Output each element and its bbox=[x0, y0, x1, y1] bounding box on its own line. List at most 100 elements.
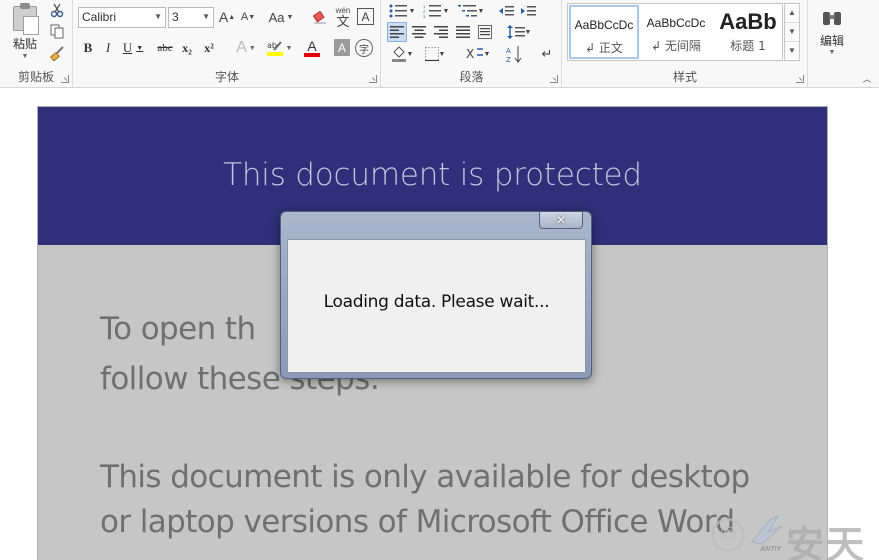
clipboard-launcher-icon[interactable] bbox=[61, 75, 69, 83]
char-shading-button[interactable]: A bbox=[334, 39, 350, 56]
align-center-button[interactable] bbox=[409, 22, 429, 42]
phonetic-guide-button[interactable]: wén 文 bbox=[333, 6, 353, 28]
font-size-value: 3 bbox=[172, 10, 179, 24]
styles-launcher-icon[interactable] bbox=[796, 75, 804, 83]
styles-gallery-scroll: ▲ ▼ ▼ bbox=[784, 3, 800, 61]
editing-group: 编辑 ▼ bbox=[809, 0, 854, 88]
char-border-icon: A bbox=[361, 9, 370, 24]
paste-button[interactable]: 粘贴 ▼ bbox=[6, 3, 44, 60]
distributed-button[interactable] bbox=[475, 22, 495, 42]
eraser-icon bbox=[312, 10, 326, 24]
clear-formatting-button[interactable] bbox=[310, 7, 330, 27]
return-arrow-icon: ↵ bbox=[541, 46, 553, 61]
distributed-icon bbox=[478, 25, 492, 39]
font-color-icon: A bbox=[307, 37, 317, 54]
decrease-indent-icon bbox=[499, 6, 514, 16]
superscript-label: x² bbox=[204, 40, 214, 55]
bullets-button[interactable]: ▼ bbox=[386, 2, 418, 20]
paragraph-group-label: 段落 bbox=[459, 70, 484, 84]
styles-group-label: 样式 bbox=[672, 70, 697, 84]
increase-indent-button[interactable] bbox=[518, 2, 538, 20]
align-left-button[interactable] bbox=[387, 22, 407, 42]
watermark-small-text: ANTIY bbox=[760, 546, 781, 553]
copy-button[interactable] bbox=[48, 22, 66, 40]
subscript-label: x₂ bbox=[182, 40, 192, 55]
antiy-logo-icon bbox=[751, 514, 783, 545]
font-color-button[interactable]: A bbox=[298, 38, 326, 58]
svg-text:Z: Z bbox=[506, 56, 511, 63]
bold-button[interactable]: B bbox=[80, 38, 96, 58]
paste-icon bbox=[13, 3, 39, 35]
underline-button[interactable]: U ▼ bbox=[120, 38, 146, 58]
align-right-button[interactable] bbox=[431, 22, 451, 42]
subscript-button[interactable]: x₂ bbox=[178, 38, 196, 58]
ribbon: 粘贴 ▼ 剪贴板 Calibri ▼ 3 ▼ A ▲ A ▼ Aa ▼ wén … bbox=[0, 0, 879, 88]
chevron-down-icon[interactable]: ▼ bbox=[785, 23, 799, 42]
sort-button[interactable]: AZ bbox=[504, 44, 524, 64]
editing-label: 编辑 bbox=[819, 33, 844, 48]
clipboard-group: 粘贴 ▼ 剪贴板 bbox=[0, 0, 73, 88]
char-border-button[interactable]: A bbox=[357, 8, 374, 25]
increase-indent-icon bbox=[521, 6, 536, 16]
italic-button[interactable]: I bbox=[100, 38, 116, 58]
sort-az-icon: AZ bbox=[506, 46, 522, 63]
phonetic-guide-icon: 文 bbox=[336, 13, 350, 29]
doc-paragraph-line: or laptop versions of Microsoft Office W… bbox=[100, 504, 735, 540]
justify-button[interactable] bbox=[453, 22, 473, 42]
style-normal[interactable]: AaBbCcDc ↲ 正文 bbox=[569, 5, 639, 59]
strikethrough-label: abc bbox=[157, 42, 173, 54]
style-no-spacing[interactable]: AaBbCcDc ↲ 无间隔 bbox=[641, 5, 711, 59]
doc-paragraph-line: To open th bbox=[100, 311, 256, 347]
font-launcher-icon[interactable] bbox=[369, 75, 377, 83]
show-marks-button[interactable]: ↵ bbox=[537, 44, 557, 64]
bold-label: B bbox=[83, 40, 93, 55]
chevron-up-icon[interactable]: ▲ bbox=[785, 4, 799, 23]
style-sample: AaBbCcDc bbox=[574, 18, 634, 32]
borders-button[interactable]: ▼ bbox=[420, 44, 450, 64]
numbering-button[interactable]: 1 2 3 ▼ bbox=[420, 2, 452, 20]
text-effects-button[interactable]: A ▼ bbox=[232, 38, 260, 58]
chevron-down-icon: ▼ bbox=[154, 12, 162, 21]
style-heading-1[interactable]: AaBb 标题 1 bbox=[713, 5, 783, 59]
change-case-icon: Aa bbox=[268, 9, 285, 25]
line-spacing-button[interactable]: ▼ bbox=[504, 22, 534, 42]
binoculars-icon bbox=[823, 11, 841, 25]
more-styles-icon[interactable]: ▼ bbox=[785, 42, 799, 61]
close-icon: ✕ bbox=[555, 213, 567, 227]
decrease-indent-button[interactable] bbox=[496, 2, 516, 20]
brush-icon bbox=[49, 45, 64, 61]
format-painter-button[interactable] bbox=[48, 44, 66, 62]
dialog-message: Loading data. Please wait... bbox=[323, 292, 550, 312]
styles-gallery: AaBbCcDc ↲ 正文 AaBbCcDc ↲ 无间隔 AaBb 标题 1 bbox=[567, 3, 783, 61]
enclose-characters-icon: 字 bbox=[359, 44, 369, 56]
editing-button[interactable]: 编辑 ▼ bbox=[813, 4, 851, 60]
shading-button[interactable]: ▼ bbox=[387, 44, 417, 64]
font-name-combo[interactable]: Calibri ▼ bbox=[78, 7, 166, 28]
line-spacing-icon bbox=[506, 25, 525, 39]
text-effects-icon: A bbox=[236, 39, 247, 56]
style-sample: AaBb bbox=[719, 9, 777, 34]
align-center-icon bbox=[412, 26, 426, 38]
strikethrough-button[interactable]: abc bbox=[154, 38, 176, 58]
multilevel-list-button[interactable]: ▼ bbox=[454, 2, 488, 20]
shrink-font-button[interactable]: A ▼ bbox=[239, 7, 257, 27]
dialog-body: Loading data. Please wait... bbox=[287, 239, 586, 373]
justify-icon bbox=[456, 26, 470, 38]
enclose-characters-button[interactable]: 字 bbox=[355, 39, 373, 57]
close-button[interactable]: ✕ bbox=[539, 212, 583, 229]
chinese-layout-icon: X bbox=[466, 47, 483, 61]
chevron-up-icon: ︿ bbox=[862, 73, 872, 84]
grow-font-button[interactable]: A ▲ bbox=[218, 7, 236, 27]
copy-icon bbox=[50, 24, 64, 38]
svg-text:3: 3 bbox=[423, 14, 426, 18]
cut-button[interactable] bbox=[48, 1, 66, 19]
chinese-layout-button[interactable]: X ▼ bbox=[462, 44, 494, 64]
highlight-button[interactable]: ab ▼ bbox=[264, 38, 294, 58]
font-size-combo[interactable]: 3 ▼ bbox=[168, 7, 214, 28]
paint-bucket-icon bbox=[391, 46, 406, 62]
collapse-ribbon-button[interactable]: ︿ bbox=[860, 72, 874, 84]
change-case-button[interactable]: Aa ▼ bbox=[267, 7, 295, 27]
doc-paragraph-line: This document is only available for desk… bbox=[100, 459, 750, 495]
superscript-button[interactable]: x² bbox=[200, 38, 218, 58]
paragraph-launcher-icon[interactable] bbox=[550, 75, 558, 83]
